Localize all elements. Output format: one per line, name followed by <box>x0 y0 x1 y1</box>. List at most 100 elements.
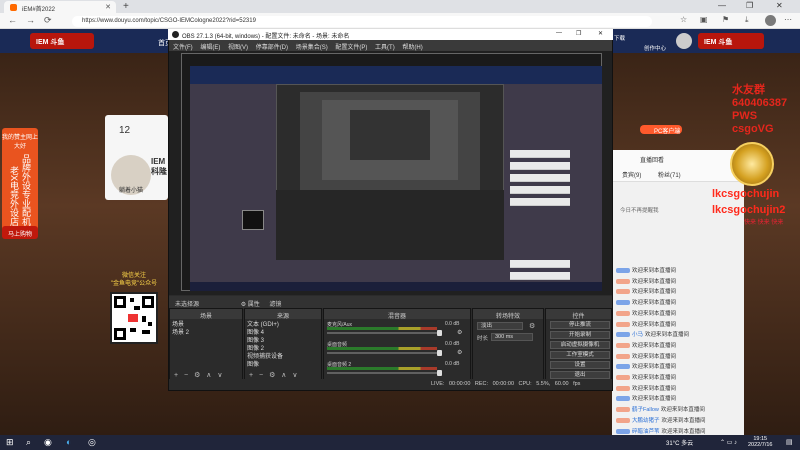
site-nav-download[interactable]: 下载 <box>614 34 625 42</box>
source-item[interactable]: 视频捕获设备 <box>247 353 283 361</box>
nested-chat-line <box>510 162 570 170</box>
fan-badge-icon <box>616 310 630 316</box>
nested-chat-line <box>510 186 570 194</box>
minimize-button[interactable]: — <box>718 1 726 10</box>
volume-slider[interactable] <box>327 332 437 334</box>
chat-text: 欢迎来到本直播间 <box>632 396 677 403</box>
pc-client-button[interactable]: PC客户端 <box>640 125 682 135</box>
left-sidebar-ad[interactable]: 我的赞主网上大好 老X电竞外设店 品牌外设专业配机 <box>2 128 38 238</box>
scenes-dock-buttons[interactable]: + − ⚙ ∧ ∨ <box>174 371 222 379</box>
back-button[interactable]: ← <box>8 15 17 25</box>
steam-icon[interactable]: ◉ <box>44 437 52 448</box>
obs-taskbar-icon[interactable]: ◎ <box>88 437 96 448</box>
fan-badge-icon <box>616 375 630 381</box>
more-menu-icon[interactable]: ⋯ <box>784 15 792 24</box>
source-item[interactable]: 图像 4 <box>247 329 283 337</box>
start-icon[interactable]: ⊞ <box>6 437 14 448</box>
chat-text: 欢迎来到本直播间 <box>660 407 705 414</box>
chat-message: 欢迎来到本直播间 <box>616 287 676 295</box>
volume-knob[interactable] <box>437 370 442 376</box>
chat-tab-vip[interactable]: 贵宾(9) <box>622 170 641 179</box>
close-window-button[interactable]: ✕ <box>776 1 783 10</box>
chat-tab-fans[interactable]: 粉丝(71) <box>658 170 681 179</box>
chat-text: 欢迎来到本直播间 <box>632 310 677 317</box>
chat-tab-replay[interactable]: 直播回看 <box>640 155 664 164</box>
chat-message: 欢迎来到本直播间 <box>616 277 676 285</box>
scene-item[interactable]: 场景 <box>172 321 189 329</box>
maximize-button[interactable]: ❐ <box>746 1 753 10</box>
chat-username[interactable]: 鹤子Fallow <box>632 407 659 413</box>
volume-slider[interactable] <box>327 372 437 374</box>
taskbar-clock[interactable]: 19:15 2022/7/16 <box>748 436 772 448</box>
collections-icon[interactable]: ▣ <box>700 15 708 24</box>
reload-button[interactable]: ⟳ <box>44 15 52 26</box>
new-tab-button[interactable]: + <box>123 1 129 12</box>
url-field[interactable]: https://www.douyu.com/topic/CSGO-IEMColo… <box>72 16 652 27</box>
chat-text: 欢迎来到本直播间 <box>632 385 677 392</box>
chat-username[interactable]: 碎醋油芦苇 <box>632 429 660 435</box>
obs-menu-bar: 文件(F) 编辑(E) 视图(V) 停靠部件(D) 场景集合(S) 配置文件(P… <box>169 40 612 51</box>
chat-message: 欢迎来到本直播间 <box>616 320 676 328</box>
browser-tab[interactable]: iEM#首2022 ✕ <box>4 1 116 13</box>
virtual-camera-button[interactable]: 启动虚拟摄像机 <box>550 341 610 349</box>
chat-message: 欢迎来到本直播间 <box>616 384 676 392</box>
fan-badge-icon <box>616 364 630 370</box>
start-recording-button[interactable]: 开始录制 <box>550 331 610 339</box>
settings-button[interactable]: 设置 <box>550 361 610 369</box>
chat-text: 欢迎来到本直播间 <box>645 332 690 339</box>
obs-status-bar: LIVE: 00:00:00 REC: 00:00:00 CPU: 5.5%, … <box>169 379 612 389</box>
star-icon[interactable]: ☆ <box>680 15 687 24</box>
site-favicon-icon <box>10 4 17 11</box>
system-tray-icons[interactable]: ⌃ ▭ ♪ <box>720 439 737 446</box>
obs-title-bar: OBS 27.1.3 (64-bit, windows) - 配置文件: 未命名… <box>168 29 613 40</box>
close-tab-icon[interactable]: ✕ <box>105 3 111 11</box>
search-icon[interactable]: ⌕ <box>26 437 31 448</box>
site-logo[interactable]: IEM 斗鱼 <box>30 33 94 49</box>
downloads-icon[interactable]: ⤓ <box>745 15 749 25</box>
mixer-dock-title: 混音器 <box>324 309 470 320</box>
right-ad-line-5: lkcsgochujin <box>712 188 780 200</box>
forward-button[interactable]: → <box>26 15 35 25</box>
chat-message: 欢迎来到本直播间 <box>616 373 676 381</box>
chat-text: 欢迎来到本直播间 <box>632 268 677 274</box>
transition-settings-icon[interactable]: ⚙ <box>529 322 535 330</box>
chat-username[interactable]: 大鹏幼猪子 <box>632 418 660 424</box>
mixer-settings-icon[interactable]: ⚙ <box>457 329 462 336</box>
browser-tab-strip <box>0 0 800 13</box>
chat-username[interactable]: 小马 <box>632 332 643 338</box>
profile-avatar[interactable] <box>765 15 776 26</box>
user-avatar[interactable] <box>676 33 692 49</box>
right-ad-line-3: PWS <box>732 110 758 122</box>
studio-mode-button[interactable]: 工作室模式 <box>550 351 610 359</box>
shop-now-button[interactable]: 马上购物 <box>2 226 38 239</box>
volume-slider[interactable] <box>327 352 437 354</box>
extensions-icon[interactable]: ⚑ <box>722 15 729 24</box>
streamer-avatar: 躺着小猫 <box>111 155 151 195</box>
obs-minimize-button[interactable]: — <box>556 30 562 36</box>
exit-button[interactable]: 退出 <box>550 371 610 379</box>
scene-item[interactable]: 场景 2 <box>172 329 189 337</box>
transition-type-select[interactable]: 淡出 <box>477 322 523 330</box>
edge-icon[interactable]: ◐ <box>66 437 71 447</box>
source-item[interactable]: 文本 (GDI+) <box>247 321 283 329</box>
source-item[interactable]: 图像 2 <box>247 345 283 353</box>
volume-knob[interactable] <box>437 350 442 356</box>
site-logo-right: IEM 斗鱼 <box>698 33 764 49</box>
volume-knob[interactable] <box>437 330 442 336</box>
mixer-settings-icon[interactable]: ⚙ <box>457 349 462 356</box>
transition-duration-field[interactable]: 300 ms <box>491 333 533 341</box>
sources-dock-buttons[interactable]: + − ⚙ ∧ ∨ <box>249 371 297 379</box>
source-item[interactable]: 图像 <box>247 361 283 369</box>
notifications-icon[interactable]: ▤ <box>786 438 793 446</box>
site-nav-creator[interactable]: 创作中心 <box>644 44 666 52</box>
stream-info-card[interactable]: 12 躺着小猫 IEM科隆 <box>105 115 168 200</box>
qr-code-image <box>110 292 158 344</box>
source-item[interactable]: 图像 3 <box>247 337 283 345</box>
mixer-track: 麦克风/Aux 0.0 dB ⚙ <box>327 321 467 337</box>
chat-text: 欢迎来到本直播间 <box>661 428 706 435</box>
weather-widget[interactable]: 31°C 多云 <box>666 438 693 447</box>
obs-maximize-button[interactable]: ❐ <box>576 30 581 37</box>
obs-close-button[interactable]: ✕ <box>598 30 603 37</box>
stop-streaming-button[interactable]: 停止推流 <box>550 321 610 329</box>
left-ad-vertical-text: 老X电竞外设店 <box>9 165 20 226</box>
